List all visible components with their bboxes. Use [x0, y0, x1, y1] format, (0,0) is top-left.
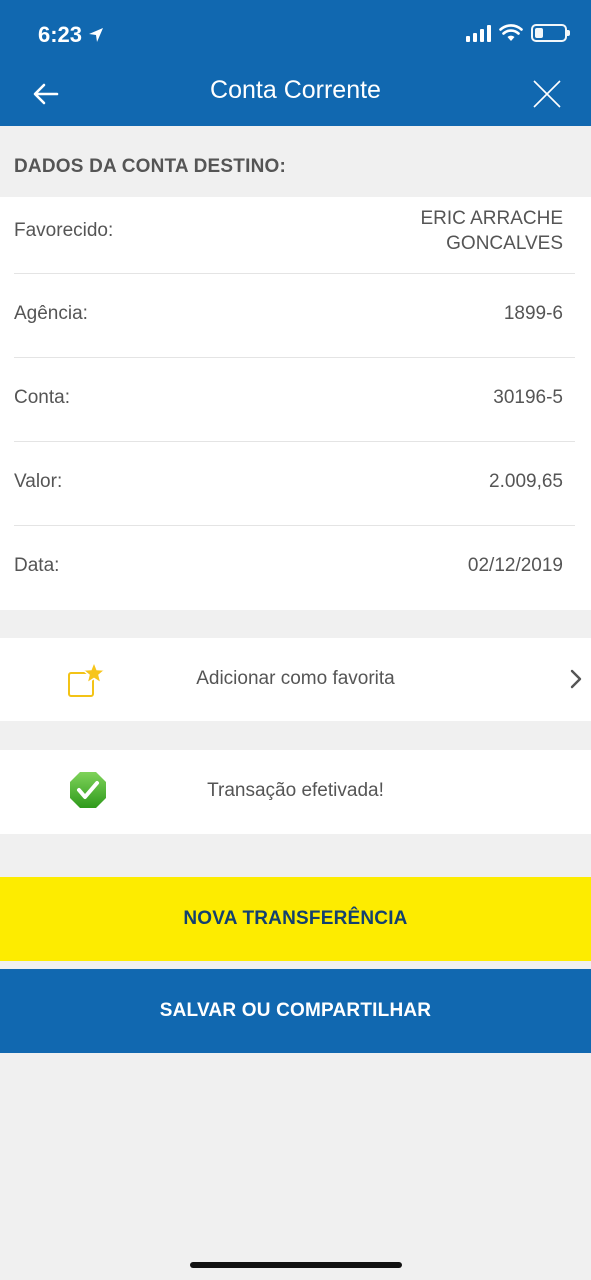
detail-row-agencia: Agência: 1899-6 [14, 274, 575, 358]
status-time: 6:23 [38, 22, 104, 48]
cellular-signal-icon [466, 24, 491, 42]
account-details-card: Favorecido: ERIC ARRACHE GONCALVES Agênc… [0, 197, 591, 610]
valor-value: 2.009,65 [489, 471, 563, 492]
data-label: Data: [14, 555, 60, 576]
transaction-status-text: Transação efetivada! [207, 780, 384, 801]
battery-icon [531, 24, 570, 42]
home-indicator [190, 1262, 402, 1268]
add-favorite-label: Adicionar como favorita [196, 668, 395, 689]
valor-label: Valor: [14, 471, 63, 492]
conta-value: 30196-5 [493, 387, 563, 408]
page-title: Conta Corrente [210, 76, 381, 104]
chevron-right-icon [570, 669, 582, 689]
wifi-icon [499, 24, 523, 41]
save-share-button[interactable]: SALVAR OU COMPARTILHAR [0, 969, 591, 1053]
favorecido-value-line1: ERIC ARRACHE [420, 208, 563, 229]
status-icons [466, 24, 570, 42]
section-title: DADOS DA CONTA DESTINO: [14, 156, 287, 177]
add-favorite-button[interactable]: Adicionar como favorita [0, 638, 591, 721]
agencia-label: Agência: [14, 303, 88, 324]
agencia-value: 1899-6 [503, 303, 563, 324]
favorecido-label: Favorecido: [14, 220, 114, 241]
conta-label: Conta: [14, 387, 70, 408]
new-transfer-button[interactable]: NOVA TRANSFERÊNCIA [0, 877, 591, 961]
detail-row-favorecido: Favorecido: ERIC ARRACHE GONCALVES [14, 197, 575, 274]
transaction-status-card: Transação efetivada! [0, 750, 591, 834]
detail-row-valor: Valor: 2.009,65 [14, 442, 575, 526]
detail-row-data: Data: 02/12/2019 [14, 526, 575, 610]
close-icon [533, 80, 561, 108]
app-header: 6:23 Conta Corrente [0, 0, 591, 126]
detail-row-conta: Conta: 30196-5 [14, 358, 575, 442]
location-arrow-icon [89, 28, 104, 42]
close-button[interactable] [527, 74, 567, 114]
data-value: 02/12/2019 [467, 555, 563, 576]
favorecido-value: ERIC ARRACHE GONCALVES [420, 206, 563, 256]
status-time-text: 6:23 [38, 22, 83, 47]
favorecido-value-line2: GONCALVES [446, 233, 563, 254]
